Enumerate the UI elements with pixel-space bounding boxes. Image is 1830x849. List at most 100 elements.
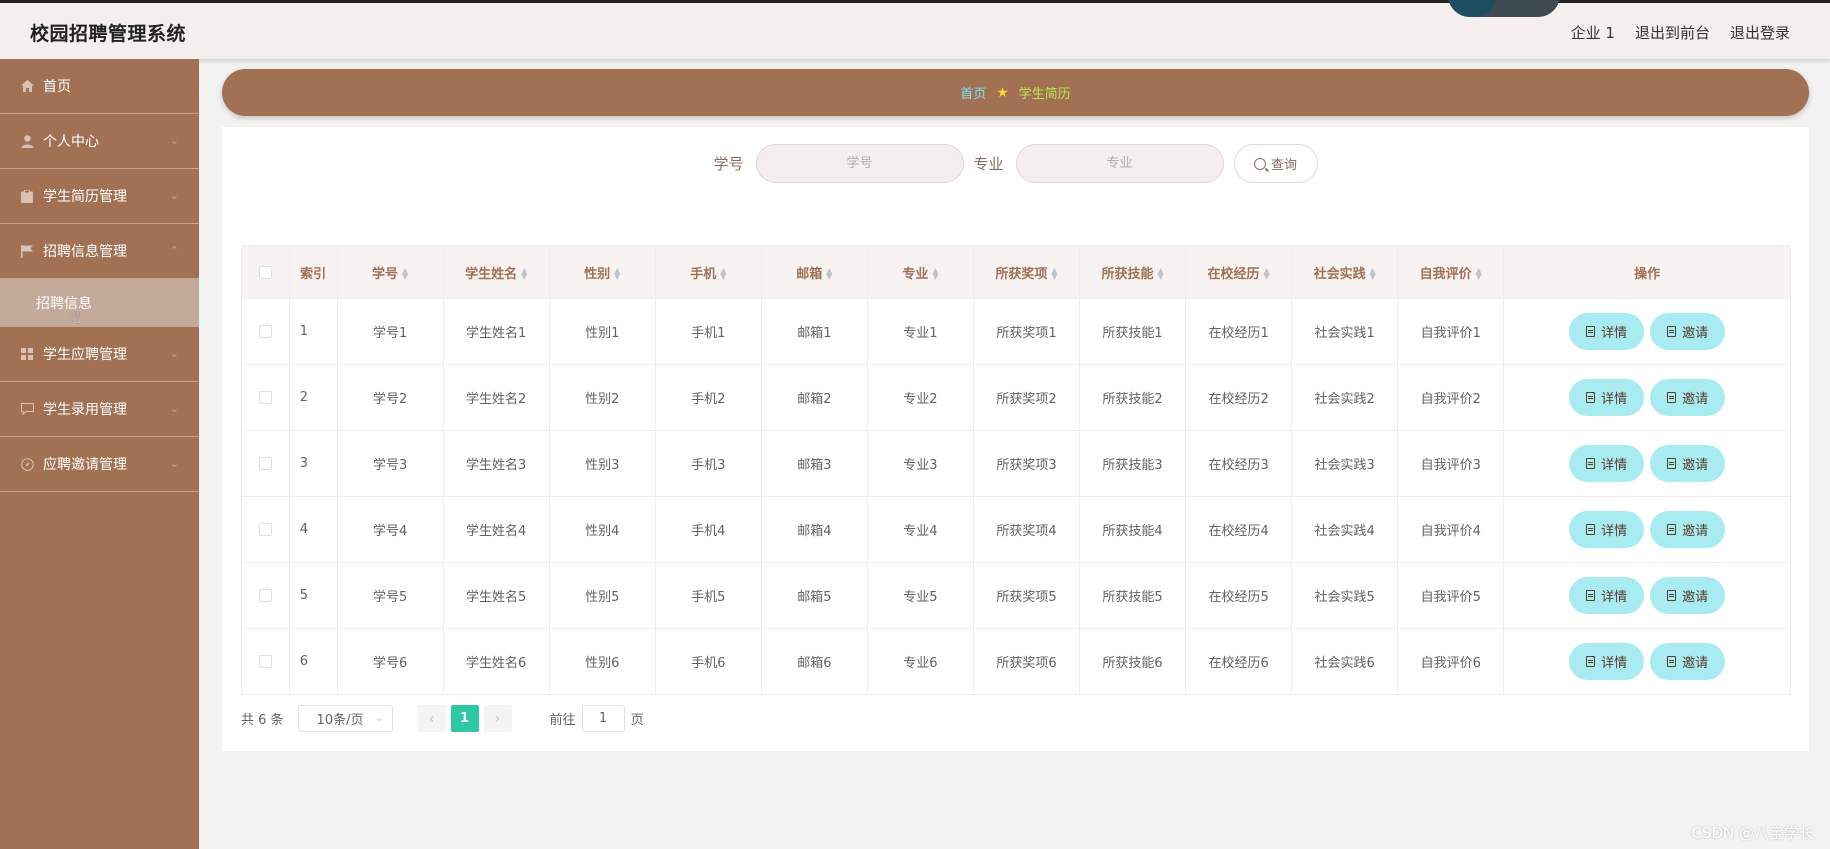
select-all-checkbox-cell: [241, 245, 290, 299]
table-cell: 所获技能3: [1078, 430, 1187, 497]
sort-icon[interactable]: ▲ ▼: [1476, 267, 1482, 281]
column-header[interactable]: 邮箱 ▲ ▼: [760, 245, 868, 299]
column-header[interactable]: 所获技能 ▲ ▼: [1078, 245, 1187, 299]
logout-link[interactable]: 退出登录: [1730, 22, 1790, 43]
table-cell: 所获奖项2: [972, 364, 1081, 431]
search-button-label: 查询: [1271, 157, 1298, 172]
select-all-checkbox[interactable]: [258, 265, 272, 279]
row-checkbox[interactable]: [258, 655, 272, 668]
row-checkbox[interactable]: [258, 391, 272, 404]
sort-icon[interactable]: ▲ ▼: [1370, 267, 1376, 281]
sort-icon[interactable]: ▲ ▼: [402, 267, 408, 281]
column-header[interactable]: 手机 ▲ ▼: [654, 245, 762, 299]
invite-button[interactable]: 邀请: [1650, 313, 1726, 350]
sidebar-item-resume-management[interactable]: 学生简历管理 ⌄: [0, 169, 199, 224]
table-cell: 性别3: [548, 430, 656, 497]
sidebar-item-invitation-management[interactable]: 应聘邀请管理 ⌄: [0, 437, 199, 492]
table-cell: 专业5: [866, 562, 974, 629]
sort-icon[interactable]: ▲ ▼: [1264, 267, 1270, 281]
column-header[interactable]: 所获奖项 ▲ ▼: [972, 245, 1081, 299]
details-button[interactable]: 详情: [1569, 313, 1645, 350]
page-size-select[interactable]: 10条/页 ⌄: [297, 705, 393, 732]
table-cell: 性别2: [548, 364, 656, 431]
prev-page-button[interactable]: ‹: [417, 705, 446, 732]
user-link[interactable]: 企业 1: [1571, 22, 1615, 43]
row-checkbox[interactable]: [258, 325, 272, 338]
row-checkbox[interactable]: [258, 457, 272, 470]
sidebar-item-label: 应聘邀请管理: [43, 457, 127, 473]
table-cell: 所获奖项6: [972, 628, 1081, 695]
table-cell: 所获奖项1: [972, 298, 1081, 365]
table-cell: 邮箱5: [760, 562, 868, 629]
frontend-link[interactable]: 退出到前台: [1635, 22, 1710, 43]
table-cell: 所获奖项3: [972, 430, 1081, 497]
table-cell: 学号1: [336, 298, 444, 365]
details-button[interactable]: 详情: [1569, 445, 1645, 482]
table-cell: 性别1: [548, 298, 656, 365]
column-header[interactable]: 在校经历 ▲ ▼: [1185, 245, 1293, 299]
actions-cell: 详情 邀请: [1503, 496, 1791, 563]
action-label: 邀请: [1682, 655, 1709, 670]
student-id-input[interactable]: [755, 144, 964, 183]
avatar-widget[interactable]: [1448, 0, 1560, 17]
flag-icon: [20, 244, 34, 258]
sort-icon[interactable]: ▲ ▼: [1051, 267, 1057, 281]
next-page-button[interactable]: ›: [483, 705, 512, 732]
column-header[interactable]: 社会实践 ▲ ▼: [1291, 245, 1399, 299]
goto-page-input[interactable]: [581, 705, 625, 732]
sidebar-item-application-management[interactable]: 学生应聘管理 ⌄: [0, 327, 199, 382]
sort-icon[interactable]: ▲ ▼: [521, 267, 527, 281]
sidebar-item-recruitment-info-management[interactable]: 招聘信息管理 ⌃: [0, 224, 199, 279]
row-checkbox[interactable]: [258, 589, 272, 602]
table-cell: 手机6: [654, 628, 762, 695]
table-cell: 所获技能4: [1078, 496, 1187, 563]
column-header[interactable]: 性别 ▲ ▼: [548, 245, 656, 299]
sidebar-subitem-recruitment-info[interactable]: 招聘信息 ☝: [0, 279, 199, 328]
watermark: CSDN @八宝学长: [1691, 824, 1814, 842]
invite-button[interactable]: 邀请: [1650, 577, 1726, 614]
column-header[interactable]: 学号 ▲ ▼: [336, 245, 444, 299]
table-cell: 自我评价6: [1397, 628, 1505, 695]
document-icon: [1586, 458, 1596, 469]
row-checkbox[interactable]: [258, 523, 272, 536]
sort-icon[interactable]: ▲ ▼: [826, 267, 832, 281]
major-input[interactable]: [1015, 144, 1224, 183]
invite-button[interactable]: 邀请: [1650, 643, 1726, 680]
invite-button[interactable]: 邀请: [1650, 379, 1726, 416]
details-button[interactable]: 详情: [1569, 511, 1645, 548]
column-header[interactable]: 自我评价 ▲ ▼: [1397, 245, 1505, 299]
details-button[interactable]: 详情: [1569, 577, 1645, 614]
goto-prefix: 前往: [549, 713, 576, 728]
sort-icon[interactable]: ▲ ▼: [932, 267, 938, 281]
breadcrumb-home[interactable]: 首页: [960, 83, 986, 102]
table-cell: 手机2: [654, 364, 762, 431]
invite-button[interactable]: 邀请: [1650, 511, 1726, 548]
column-header[interactable]: 学生姓名 ▲ ▼: [442, 245, 550, 299]
sidebar-item-personal-center[interactable]: 个人中心 ⌄: [0, 114, 199, 169]
invite-button[interactable]: 邀请: [1650, 445, 1726, 482]
sidebar-item-home[interactable]: 首页: [0, 59, 199, 114]
top-bar: 校园招聘管理系统 企业 1 退出到前台 退出登录: [0, 0, 1830, 59]
table-cell: 学号4: [336, 496, 444, 563]
table-row: 5 学号5 学生姓名5 性别5 手机5 邮箱5 专业5 所获奖项5 所获技能5 在校经历5 社会实践…: [241, 562, 1791, 629]
details-button[interactable]: 详情: [1569, 643, 1645, 680]
table-cell: 邮箱1: [760, 298, 868, 365]
sort-icon[interactable]: ▲ ▼: [1157, 267, 1163, 281]
page-number-button[interactable]: 1: [450, 705, 479, 732]
search-icon: [1254, 157, 1266, 170]
chevron-down-icon: ⌄: [169, 402, 179, 415]
sidebar-item-hiring-management[interactable]: 学生录用管理 ⌄: [0, 382, 199, 437]
table-cell: 手机4: [654, 496, 762, 563]
column-header[interactable]: 专业 ▲ ▼: [866, 245, 974, 299]
app-title: 校园招聘管理系统: [30, 23, 187, 45]
sort-icon[interactable]: ▲ ▼: [720, 267, 726, 281]
document-icon: [1667, 458, 1677, 469]
details-button[interactable]: 详情: [1569, 379, 1645, 416]
actions-cell: 详情 邀请: [1503, 628, 1791, 695]
action-label: 详情: [1601, 325, 1628, 340]
sort-icon[interactable]: ▲ ▼: [614, 267, 620, 281]
sidebar-item-label: 学生简历管理: [43, 189, 127, 205]
sidebar-item-label: 招聘信息管理: [43, 244, 127, 260]
major-label: 专业: [973, 155, 1004, 173]
search-button[interactable]: 查询: [1233, 144, 1318, 183]
